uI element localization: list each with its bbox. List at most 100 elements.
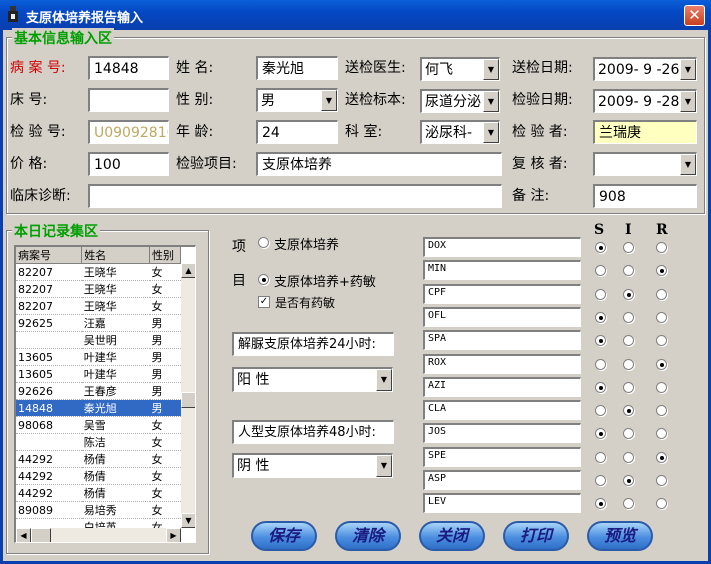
scroll-right-icon[interactable]: ▶ <box>166 528 181 542</box>
close-window-button[interactable]: ✕ <box>684 5 705 26</box>
doctor-select[interactable]: 何飞 ▼ <box>420 57 500 81</box>
chevron-down-icon[interactable]: ▼ <box>483 122 499 143</box>
jiage-field[interactable]: 100 <box>88 152 169 176</box>
sir-radio-i[interactable] <box>623 311 634 323</box>
sir-radio-r[interactable] <box>656 358 667 370</box>
antibiotic-field[interactable]: MIN <box>423 260 581 281</box>
table-row[interactable]: 陈洁女 <box>16 433 181 451</box>
sir-radio-s[interactable] <box>595 311 606 323</box>
antibiotic-field[interactable]: LEV <box>423 493 581 514</box>
preview-button[interactable]: 预览 <box>587 521 653 551</box>
table-row[interactable]: 92626 王春彦男 <box>16 382 181 400</box>
print-button[interactable]: 打印 <box>503 521 569 551</box>
chevron-down-icon[interactable]: ▼ <box>321 90 337 111</box>
col-header-name[interactable]: 姓名 <box>81 247 151 264</box>
records-list[interactable]: 病案号 姓名 性别 82207 王晓华女 82207 王晓华女 82207 王晓华女 926… <box>14 245 196 543</box>
antibiotic-field[interactable]: ASP <box>423 470 581 490</box>
sir-radio-r[interactable] <box>656 311 667 323</box>
chevron-down-icon[interactable]: ▼ <box>483 91 499 112</box>
save-button[interactable]: 保存 <box>251 521 317 551</box>
uu-select[interactable]: 阳 性 ▼ <box>232 367 393 392</box>
drug-check-label[interactable]: 是否有药敏 <box>275 294 335 311</box>
beizhu-field[interactable]: 908 <box>593 184 697 208</box>
xingbie-select[interactable]: 男 ▼ <box>256 88 338 112</box>
opt2-radio[interactable] <box>258 274 269 285</box>
sir-radio-s[interactable] <box>595 242 606 253</box>
table-row[interactable]: 44292 杨倩女 <box>16 450 181 468</box>
table-row[interactable]: 82207 王晓华女 <box>16 280 181 298</box>
antibiotic-field[interactable]: OFL <box>423 306 581 327</box>
scroll-down-icon[interactable]: ▼ <box>181 513 195 528</box>
table-row[interactable]: 14848 秦光旭男 <box>16 399 181 417</box>
sir-radio-s[interactable] <box>595 358 606 370</box>
xingming-field[interactable]: 秦光旭 <box>256 56 338 80</box>
sir-radio-i[interactable] <box>623 358 634 370</box>
vertical-scrollbar[interactable]: ▲ ▼ <box>181 263 195 528</box>
sir-radio-r[interactable] <box>656 451 667 463</box>
drug-check[interactable]: ✓ <box>258 296 270 308</box>
scroll-thumb[interactable] <box>181 392 195 408</box>
sir-radio-r[interactable] <box>656 381 667 393</box>
sir-radio-i[interactable] <box>623 288 634 300</box>
jydate-picker[interactable]: 2009- 9 -28 ▼ <box>593 89 697 113</box>
table-row[interactable]: 吴世明男 <box>16 331 181 349</box>
table-row[interactable]: 98068 吴雪女 <box>16 416 181 434</box>
chevron-down-icon[interactable]: ▼ <box>680 91 696 112</box>
antibiotic-field[interactable]: SPE <box>423 446 581 467</box>
close-button[interactable]: 关闭 <box>419 521 485 551</box>
sir-radio-r[interactable] <box>656 475 667 486</box>
mh-select[interactable]: 阴 性 ▼ <box>232 453 393 478</box>
sjdate-picker[interactable]: 2009- 9 -26 ▼ <box>593 57 697 81</box>
antibiotic-field[interactable]: AZI <box>423 376 581 397</box>
sir-radio-i[interactable] <box>623 475 634 486</box>
antibiotic-field[interactable]: DOX <box>423 237 581 257</box>
table-row[interactable]: 44292 杨倩女 <box>16 484 181 502</box>
specimen-select[interactable]: 尿道分泌 ▼ <box>420 89 500 113</box>
sir-radio-s[interactable] <box>595 451 606 463</box>
sir-radio-s[interactable] <box>595 288 606 300</box>
col-header-bingan[interactable]: 病案号 <box>16 247 83 264</box>
sir-radio-r[interactable] <box>656 288 667 300</box>
keshi-select[interactable]: 泌尿科- ▼ <box>420 120 500 144</box>
xiangmu-field[interactable]: 支原体培养 <box>256 152 502 176</box>
zhenduan-field[interactable] <box>88 184 502 208</box>
chevron-down-icon[interactable]: ▼ <box>680 154 696 175</box>
table-row[interactable]: 82207 王晓华女 <box>16 263 181 281</box>
table-row[interactable]: 82207 王晓华女 <box>16 297 181 315</box>
table-row[interactable]: 92625 汪嘉男 <box>16 314 181 332</box>
antibiotic-field[interactable]: ROX <box>423 353 581 374</box>
chevron-down-icon[interactable]: ▼ <box>680 59 696 80</box>
nianling-field[interactable]: 24 <box>256 120 338 144</box>
opt1-radio[interactable] <box>258 237 269 248</box>
col-header-sex[interactable]: 性别 <box>149 247 181 264</box>
chevron-down-icon[interactable]: ▼ <box>483 59 499 80</box>
scroll-thumb-h[interactable] <box>31 528 51 542</box>
sir-radio-i[interactable] <box>623 242 634 253</box>
fuhe-select[interactable]: ▼ <box>593 152 697 176</box>
sir-radio-s[interactable] <box>595 381 606 393</box>
antibiotic-field[interactable]: CPF <box>423 283 581 304</box>
table-row[interactable]: 44292 杨倩女 <box>16 467 181 485</box>
chevron-down-icon[interactable]: ▼ <box>376 369 392 391</box>
scroll-up-icon[interactable]: ▲ <box>181 263 195 278</box>
sir-radio-r[interactable] <box>656 242 667 253</box>
clear-button[interactable]: 清除 <box>335 521 401 551</box>
bingan-field[interactable]: 14848 <box>88 56 169 80</box>
antibiotic-field[interactable]: JOS <box>423 423 581 444</box>
sir-radio-i[interactable] <box>623 381 634 393</box>
sir-radio-s[interactable] <box>595 475 606 486</box>
jianyan-field[interactable]: U09092816 <box>88 120 169 144</box>
opt1-label[interactable]: 支原体培养 <box>274 234 339 253</box>
table-row[interactable]: 13605 叶建华男 <box>16 348 181 366</box>
antibiotic-field[interactable]: CLA <box>423 400 581 421</box>
chuang-field[interactable] <box>88 88 169 112</box>
horizontal-scrollbar[interactable]: ◀ ▶ <box>16 528 181 542</box>
jyz-field[interactable]: 兰瑞庚 <box>593 120 697 144</box>
table-row[interactable]: 89089 易培秀女 <box>16 501 181 519</box>
sir-radio-i[interactable] <box>623 451 634 463</box>
antibiotic-field[interactable]: SPA <box>423 330 581 351</box>
chevron-down-icon[interactable]: ▼ <box>376 455 392 477</box>
opt2-label[interactable]: 支原体培养+药敏 <box>274 271 376 290</box>
table-row[interactable]: 13605 叶建华男 <box>16 365 181 383</box>
scroll-left-icon[interactable]: ◀ <box>16 528 31 542</box>
